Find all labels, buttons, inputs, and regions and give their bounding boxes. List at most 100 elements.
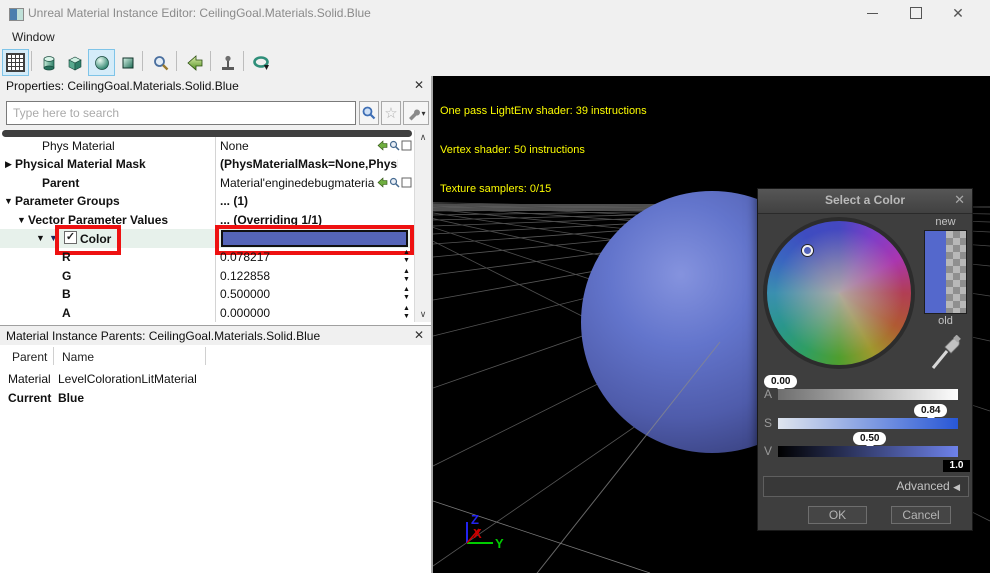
spin-down-icon[interactable]: ▼	[400, 294, 413, 302]
value-spinner[interactable]: ▲ ▼	[400, 286, 413, 302]
advanced-label: Advanced	[896, 479, 950, 493]
new-color-swatch	[925, 231, 946, 313]
maximize-icon	[910, 7, 922, 19]
color-swatch[interactable]	[221, 230, 408, 247]
parents-panel-header[interactable]: Material Instance Parents: CeilingGoal.M…	[0, 325, 431, 347]
property-row-g: G 0.122858 ▲ ▼	[0, 267, 414, 285]
spin-down-icon[interactable]: ▼	[400, 257, 413, 265]
property-value[interactable]: 0.122858	[220, 269, 398, 283]
spin-up-icon[interactable]: ▲	[400, 249, 413, 257]
color-wheel[interactable]	[763, 217, 915, 369]
color-wheel-marker[interactable]	[802, 245, 813, 256]
search-area: ☆ ▾	[0, 96, 431, 130]
expand-down-icon[interactable]: ▼	[36, 233, 45, 243]
find-icon[interactable]	[389, 177, 400, 188]
toolbar-separator	[243, 51, 244, 71]
wireframe-grid-button[interactable]	[2, 49, 29, 76]
dialog-title-bar[interactable]: Select a Color ✕	[758, 189, 972, 214]
use-selected-icon[interactable]	[377, 140, 388, 151]
rotate-mesh-button[interactable]	[247, 49, 274, 76]
property-value[interactable]: 0.000000	[220, 306, 398, 320]
column-header-parent[interactable]: Parent	[12, 350, 47, 364]
advanced-button[interactable]: Advanced ◀	[763, 476, 969, 497]
name-cell[interactable]: LevelColorationLitMaterial	[58, 372, 197, 386]
spin-up-icon[interactable]: ▲	[400, 286, 413, 294]
expand-down-icon[interactable]: ▼	[4, 196, 13, 206]
title-bar[interactable]: Unreal Material Instance Editor: Ceiling…	[0, 0, 990, 26]
spin-down-icon[interactable]: ▼	[400, 313, 413, 321]
eyedropper-icon[interactable]	[928, 335, 962, 373]
clear-icon[interactable]	[401, 177, 412, 188]
value-slider[interactable]	[778, 446, 958, 457]
property-grid-scrollbar[interactable]: ∧ ∨	[414, 130, 431, 322]
alpha-slider[interactable]	[778, 389, 958, 400]
scroll-down-icon[interactable]: ∨	[415, 309, 431, 320]
parents-close-icon[interactable]: ✕	[414, 328, 424, 342]
max-range-label: 1.0	[943, 460, 970, 472]
dialog-close-icon[interactable]: ✕	[954, 192, 965, 208]
dialog-title: Select a Color	[824, 193, 906, 207]
property-row-physical-material-mask: ▶ Physical Material Mask (PhysMaterialMa…	[0, 155, 414, 173]
use-selected-icon[interactable]	[377, 177, 388, 188]
property-label: Physical Material Mask	[15, 157, 146, 171]
spin-down-icon[interactable]: ▼	[400, 276, 413, 284]
find-icon[interactable]	[389, 140, 400, 151]
property-label: Parameter Groups	[15, 194, 120, 208]
column-header-name[interactable]: Name	[62, 350, 94, 364]
property-value[interactable]: None	[220, 139, 398, 153]
clear-icon[interactable]	[401, 140, 412, 151]
column-divider[interactable]	[53, 347, 54, 365]
saturation-tooltip: 0.84	[914, 404, 948, 421]
maximize-button[interactable]	[896, 0, 936, 26]
minimize-button[interactable]	[852, 0, 892, 26]
menu-window[interactable]: Window	[8, 29, 59, 45]
search-go-button[interactable]	[359, 101, 379, 125]
wrench-dropdown-icon: ▾	[421, 108, 426, 118]
favorites-button[interactable]: ☆	[381, 101, 401, 125]
close-button[interactable]: ✕	[938, 0, 978, 26]
use-selected-button[interactable]	[181, 49, 208, 76]
cancel-button[interactable]: Cancel	[891, 506, 951, 524]
close-icon: ✕	[952, 4, 964, 21]
property-value[interactable]: ... (1)	[220, 194, 398, 208]
value-tooltip: 0.50	[853, 432, 887, 449]
sphere-primitive-button[interactable]	[88, 49, 115, 76]
value-spinner[interactable]: ▲ ▼	[400, 249, 413, 265]
search-options-button[interactable]: ▾	[403, 101, 429, 125]
property-value[interactable]: 0.500000	[220, 287, 398, 301]
saturation-slider[interactable]	[778, 418, 958, 429]
properties-panel-header[interactable]: Properties: CeilingGoal.Materials.Solid.…	[0, 76, 431, 97]
name-cell[interactable]: Blue	[58, 391, 84, 405]
search-input[interactable]	[6, 101, 356, 125]
spin-up-icon[interactable]: ▲	[400, 305, 413, 313]
properties-close-icon[interactable]: ✕	[414, 78, 424, 92]
parent-cell[interactable]: Current	[8, 391, 51, 405]
value-spinner[interactable]: ▲ ▼	[400, 268, 413, 284]
row-actions	[377, 140, 412, 151]
column-divider[interactable]	[205, 347, 206, 365]
material-instance-editor-window: Unreal Material Instance Editor: Ceiling…	[0, 0, 990, 573]
parent-cell[interactable]: Material	[8, 372, 51, 386]
ok-button[interactable]: OK	[808, 506, 867, 524]
cylinder-primitive-button[interactable]	[35, 49, 62, 76]
joystick-button[interactable]	[214, 49, 241, 76]
cube-primitive-button[interactable]	[61, 49, 88, 76]
spin-up-icon[interactable]: ▲	[400, 268, 413, 276]
property-row-parameter-groups: ▼ Parameter Groups ... (1)	[0, 192, 414, 210]
color-override-checkbox[interactable]: ✓	[64, 231, 77, 244]
toolbar	[0, 48, 990, 77]
window-title: Unreal Material Instance Editor: Ceiling…	[28, 6, 371, 20]
expand-down-icon[interactable]: ▼	[17, 215, 26, 225]
toolbar-separator	[31, 51, 32, 71]
magnifier-icon	[153, 55, 168, 70]
plane-primitive-button[interactable]	[114, 49, 141, 76]
value-spinner[interactable]: ▲ ▼	[400, 305, 413, 321]
expand-right-icon[interactable]: ▶	[5, 159, 12, 170]
grid-header-bar[interactable]	[2, 130, 412, 137]
stat-line: Texture samplers: 0/15	[440, 183, 552, 195]
property-value[interactable]: 0.078217	[220, 250, 398, 264]
property-value[interactable]: Material'enginedebugmaterials.L	[220, 176, 375, 190]
property-value[interactable]: (PhysMaterialMask=None,PhysMat	[220, 157, 398, 171]
scroll-up-icon[interactable]: ∧	[415, 132, 431, 143]
magnify-button[interactable]	[147, 49, 174, 76]
